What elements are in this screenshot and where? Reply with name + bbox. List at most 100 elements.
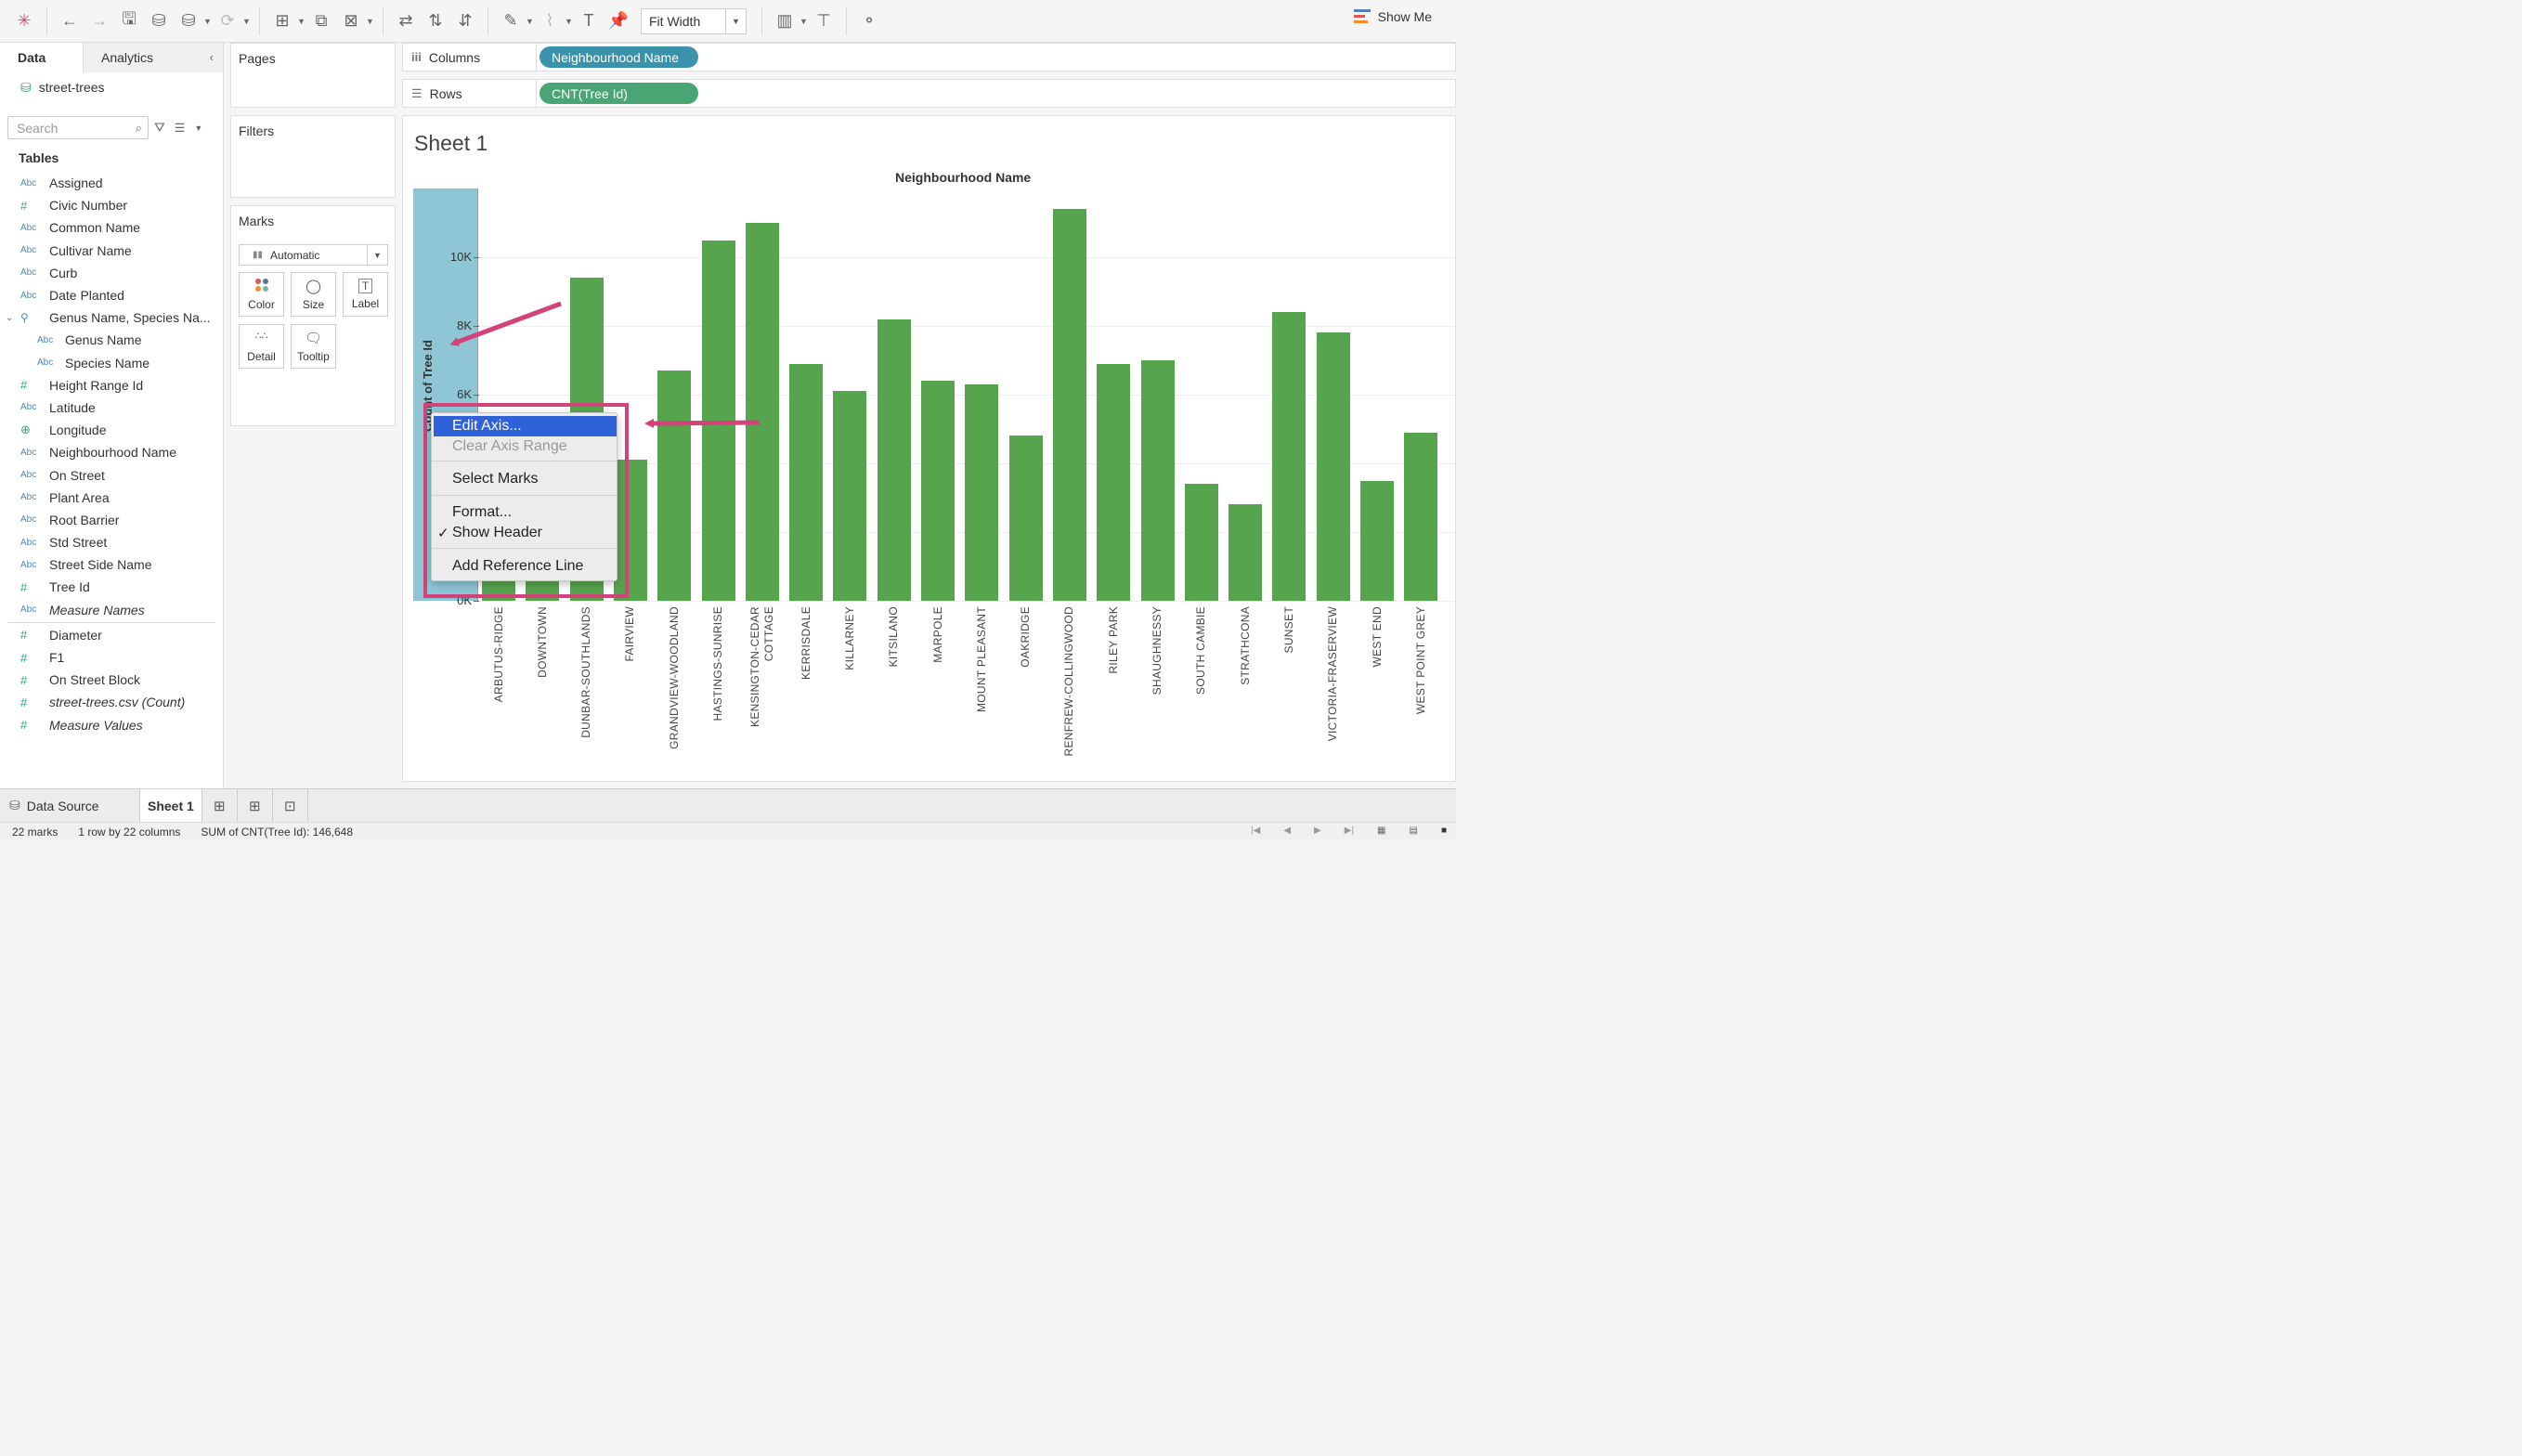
x-category-label[interactable]: OAKRIDGE <box>1019 606 1033 774</box>
bar[interactable] <box>1052 209 1086 601</box>
x-category-label[interactable]: DOWNTOWN <box>536 606 550 774</box>
field-item[interactable]: Abc Date Planted <box>0 284 223 306</box>
field-item[interactable]: Abc Curb <box>0 262 223 284</box>
caret-icon[interactable]: ▼ <box>800 6 809 36</box>
new-dashboard-icon[interactable]: ⊞ <box>238 789 273 822</box>
refresh-icon[interactable]: ⟳ <box>213 6 242 36</box>
chevron-down-icon[interactable]: ▼ <box>725 8 746 33</box>
show-me-button[interactable]: Show Me <box>1353 9 1432 24</box>
pages-shelf[interactable]: Pages <box>230 43 396 108</box>
presentation-icon[interactable]: ⊤ <box>809 6 838 36</box>
tab-data[interactable]: Data <box>0 43 84 72</box>
bar[interactable] <box>877 318 911 601</box>
sheet-title[interactable]: Sheet 1 <box>414 131 488 156</box>
column-header[interactable]: Neighbourhood Name <box>895 170 1031 185</box>
x-category-label[interactable]: KERRISDALE <box>800 606 813 774</box>
x-category-label[interactable]: VICTORIA-FRASERVIEW <box>1326 606 1340 774</box>
new-datasource-icon[interactable]: ⛁ <box>144 6 174 36</box>
bar[interactable] <box>701 240 735 601</box>
first-page-icon[interactable]: |◀ <box>1251 826 1260 836</box>
field-item[interactable]: Abc Street Side Name <box>0 553 223 576</box>
field-item[interactable]: Abc Assigned <box>0 172 223 194</box>
columns-pill[interactable]: Neighbourhood Name <box>540 46 698 68</box>
columns-shelf[interactable]: iii Columns Neighbourhood Name <box>402 43 1456 72</box>
field-item[interactable]: Abc Genus Name <box>0 329 223 351</box>
field-item[interactable]: # F1 <box>0 646 223 669</box>
field-item[interactable]: Abc Std Street <box>0 531 223 553</box>
bar[interactable] <box>1360 480 1394 601</box>
show-cards-icon[interactable]: ▥ <box>770 6 800 36</box>
bar[interactable] <box>789 363 824 601</box>
film-view-icon[interactable]: ▤ <box>1410 826 1418 836</box>
field-item[interactable]: ⊕ Longitude <box>0 419 223 441</box>
redo-icon[interactable]: → <box>84 6 114 36</box>
caret-icon[interactable]: ▼ <box>203 6 213 36</box>
caret-icon[interactable]: ▼ <box>242 6 252 36</box>
x-category-label[interactable]: ARBUTUS-RIDGE <box>492 606 506 774</box>
field-item[interactable]: # Height Range Id <box>0 374 223 396</box>
x-category-label[interactable]: WEST END <box>1371 606 1384 774</box>
new-worksheet-icon[interactable]: ⊞ <box>267 6 297 36</box>
search-input[interactable]: Search ⌕ <box>7 116 149 139</box>
chevron-down-icon[interactable]: ▼ <box>194 124 202 133</box>
bar[interactable] <box>1404 432 1438 601</box>
swap-icon[interactable]: ⇄ <box>391 6 421 36</box>
mark-type-select[interactable]: ▮▮ Automatic ▼ <box>239 244 388 266</box>
x-category-label[interactable]: STRATHCONA <box>1239 606 1253 774</box>
pin-icon[interactable]: 📌 <box>604 6 633 36</box>
bar[interactable] <box>1184 484 1218 601</box>
x-category-label[interactable]: SUNSET <box>1282 606 1296 774</box>
bar[interactable] <box>833 391 867 601</box>
x-category-label[interactable]: MARPOLE <box>931 606 945 774</box>
bar[interactable] <box>1008 436 1043 601</box>
x-category-label[interactable]: WEST POINT GREY <box>1414 606 1428 774</box>
bar[interactable] <box>921 381 955 601</box>
save-icon[interactable]: 🖫 <box>114 6 144 36</box>
color-button[interactable]: Color <box>239 272 284 317</box>
field-item[interactable]: Abc Latitude <box>0 396 223 419</box>
field-item[interactable]: # Diameter <box>0 624 223 646</box>
field-item[interactable]: Abc Neighbourhood Name <box>0 441 223 463</box>
rows-shelf[interactable]: ☰ Rows CNT(Tree Id) <box>402 79 1456 108</box>
tab-analytics[interactable]: Analytics ‹ <box>84 43 223 72</box>
last-page-icon[interactable]: ▶| <box>1345 826 1354 836</box>
x-category-label[interactable]: SHAUGHNESSY <box>1150 606 1164 774</box>
bar[interactable] <box>1140 360 1175 601</box>
caret-icon[interactable]: ▼ <box>297 6 306 36</box>
group-icon[interactable]: ⌇ <box>535 6 565 36</box>
x-category-label[interactable]: MOUNT PLEASANT <box>975 606 989 774</box>
chevron-down-icon[interactable]: ⌄ <box>6 313 13 323</box>
chevron-down-icon[interactable]: ▼ <box>367 245 387 265</box>
rows-pill[interactable]: CNT(Tree Id) <box>540 83 698 104</box>
x-category-label[interactable]: RENFREW-COLLINGWOOD <box>1062 606 1076 774</box>
tableau-logo-icon[interactable]: ✳ <box>9 6 39 36</box>
detail-button[interactable]: ∴∴ Detail <box>239 324 284 369</box>
sort-ascending-icon[interactable]: ⇅ <box>421 6 450 36</box>
duplicate-sheet-icon[interactable]: ⧉ <box>306 6 336 36</box>
x-category-label[interactable]: FAIRVIEW <box>623 606 637 774</box>
menu-format[interactable]: Format... <box>434 502 617 523</box>
x-category-label[interactable]: HASTINGS-SUNRISE <box>711 606 725 774</box>
field-item[interactable]: ⌄ ⚲ Genus Name, Species Na... <box>0 306 223 329</box>
field-item[interactable]: # Civic Number <box>0 194 223 216</box>
label-button[interactable]: T Label <box>343 272 388 317</box>
collapse-icon[interactable]: ‹ <box>210 50 214 64</box>
new-story-icon[interactable]: ⊡ <box>273 789 308 822</box>
caret-icon[interactable]: ▼ <box>565 6 574 36</box>
tab-data-source[interactable]: ⛁ Data Source <box>0 789 139 822</box>
menu-show-header[interactable]: ✓ Show Header <box>434 523 617 543</box>
list-view-icon[interactable]: ☰ <box>175 121 186 136</box>
clear-sheet-icon[interactable]: ⊠ <box>336 6 366 36</box>
menu-select-marks[interactable]: Select Marks <box>434 469 617 489</box>
tooltip-button[interactable]: 🗨 Tooltip <box>291 324 336 369</box>
x-category-label[interactable]: KITSILANO <box>887 606 901 774</box>
x-category-label[interactable]: GRANDVIEW-WOODLAND <box>668 606 682 774</box>
x-category-label[interactable]: RILEY PARK <box>1107 606 1121 774</box>
label-icon[interactable]: T <box>574 6 604 36</box>
next-page-icon[interactable]: ▶ <box>1314 826 1321 836</box>
bar[interactable] <box>965 384 999 601</box>
caret-icon[interactable]: ▼ <box>526 6 535 36</box>
bar[interactable] <box>657 370 692 601</box>
field-item[interactable]: Abc Measure Names <box>0 599 223 621</box>
field-item[interactable]: # On Street Block <box>0 669 223 691</box>
